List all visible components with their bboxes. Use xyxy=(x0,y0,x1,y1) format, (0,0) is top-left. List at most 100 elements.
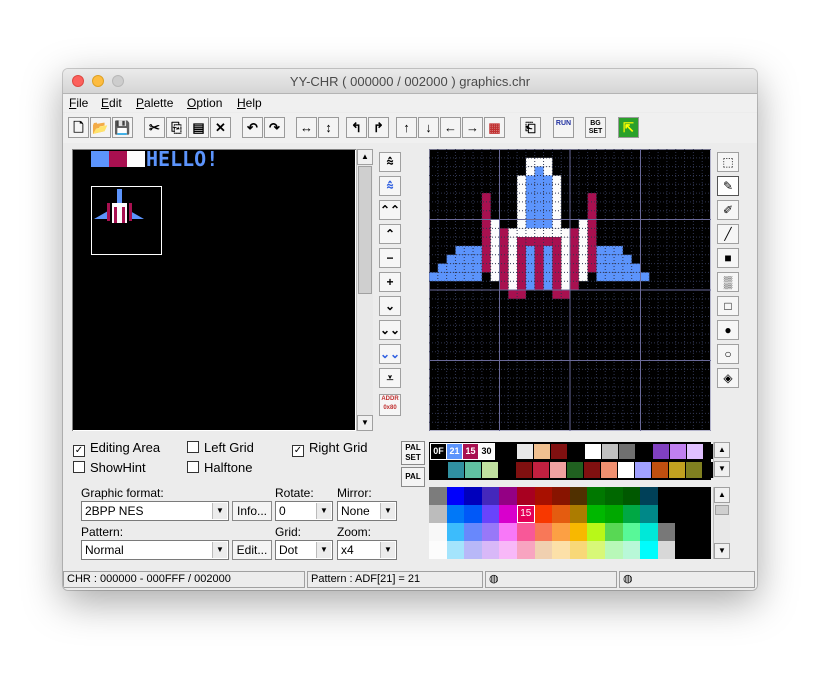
nes-palette-swatch[interactable] xyxy=(552,541,570,559)
nes-palette-swatch[interactable] xyxy=(552,487,570,505)
grid-select[interactable]: Dot ▼ xyxy=(275,540,333,560)
rect-tool-button[interactable]: □ xyxy=(717,296,739,316)
palette-rows-scrollbar[interactable]: ▲ ▼ xyxy=(713,442,730,478)
zoom-in-button[interactable]: + xyxy=(379,272,401,292)
zoom-out-button[interactable]: − xyxy=(379,248,401,268)
sprite-pixel[interactable] xyxy=(570,228,579,290)
pal-button[interactable]: PAL xyxy=(401,467,425,487)
nes-palette-swatch[interactable] xyxy=(569,505,588,523)
run-button[interactable]: RUN xyxy=(553,117,574,138)
edit-view[interactable] xyxy=(428,148,712,432)
palette-set-swatch[interactable] xyxy=(670,444,686,459)
nes-palette-swatch[interactable] xyxy=(622,505,641,523)
palette-color-3[interactable]: 30 xyxy=(478,443,495,460)
exit-button[interactable]: ⇱ xyxy=(618,117,639,138)
nes-palette-swatch[interactable] xyxy=(693,523,711,541)
nes-palette-scroll-thumb[interactable] xyxy=(715,505,729,515)
nes-palette-swatch[interactable] xyxy=(640,541,658,559)
palette-set-swatch[interactable] xyxy=(551,444,567,459)
mirror-select[interactable]: None ▼ xyxy=(337,501,397,521)
nes-palette-swatch[interactable] xyxy=(499,487,517,505)
pal-set-button[interactable]: PAL SET xyxy=(401,441,425,465)
palette-scroll-down-button[interactable]: ▼ xyxy=(714,461,730,477)
sprite-pixel[interactable] xyxy=(543,245,553,290)
shift-right-button[interactable]: → xyxy=(462,117,483,138)
palette-set-swatch[interactable] xyxy=(482,462,498,478)
sprite-pixel[interactable] xyxy=(596,272,650,282)
palette-set-swatch[interactable] xyxy=(584,462,600,478)
paste-special-button[interactable]: ⎗ xyxy=(520,117,541,138)
nes-palette-swatch[interactable] xyxy=(569,487,588,505)
select-tool-button[interactable]: ⬚ xyxy=(717,152,739,172)
sprite-pixel[interactable] xyxy=(525,237,553,246)
sprite-pixel[interactable] xyxy=(525,175,553,229)
sprite-pixel[interactable] xyxy=(517,237,526,290)
undo-button[interactable]: ↶ xyxy=(242,117,263,138)
nes-palette-swatch[interactable] xyxy=(569,523,588,541)
left-grid-checkbox[interactable]: Left Grid xyxy=(187,440,254,455)
edit-view-canvas[interactable] xyxy=(428,148,712,432)
graphic-format-select[interactable]: 2BPP NES ▼ xyxy=(81,501,229,521)
sprite-pixel[interactable] xyxy=(596,263,641,273)
nes-palette-swatch[interactable] xyxy=(481,487,500,505)
new-button[interactable]: 🗋 xyxy=(68,117,89,138)
palette-color-1[interactable]: 21 xyxy=(446,443,463,460)
nes-palette-swatch[interactable] xyxy=(693,487,711,505)
sprite-pixel[interactable] xyxy=(525,157,553,167)
palette-set-swatch[interactable] xyxy=(585,444,601,459)
nes-palette-swatch[interactable] xyxy=(640,505,658,523)
nes-palette-swatch[interactable] xyxy=(499,523,517,541)
sprite-pixel[interactable] xyxy=(561,237,570,290)
sprite-pixel[interactable] xyxy=(455,245,482,255)
sprite-pixel[interactable] xyxy=(587,193,597,273)
nes-palette-swatch[interactable] xyxy=(429,541,447,559)
circle-fill-tool-button[interactable]: ● xyxy=(717,320,739,340)
nes-palette-swatch[interactable] xyxy=(517,487,535,505)
nes-palette-swatch[interactable] xyxy=(499,541,517,559)
sprite-pixel[interactable] xyxy=(525,245,535,290)
nes-palette-scrollbar[interactable]: ▲ ▼ xyxy=(713,487,730,559)
nes-palette-swatch[interactable] xyxy=(464,487,482,505)
chr-view-canvas[interactable]: HELLO! xyxy=(72,147,356,431)
line-up-button[interactable]: ⌃ xyxy=(379,224,401,244)
menu-help[interactable]: Help xyxy=(237,96,262,110)
copy-button[interactable]: ⎘ xyxy=(166,117,187,138)
sprite-pixel[interactable] xyxy=(446,254,482,264)
sprite-pixel[interactable] xyxy=(429,272,482,282)
nes-palette-swatch[interactable] xyxy=(587,487,605,505)
bg-set-button[interactable]: BG SET xyxy=(585,117,606,138)
palette-set-swatch[interactable] xyxy=(669,462,685,478)
palette-set-swatch[interactable] xyxy=(602,444,618,459)
pattern-fill-tool-button[interactable]: ▒ xyxy=(717,272,739,292)
pattern-select[interactable]: Normal ▼ xyxy=(81,540,229,560)
nes-palette-swatch[interactable] xyxy=(587,523,605,541)
flip-horizontal-button[interactable]: ↔ xyxy=(296,117,317,138)
save-button[interactable]: 💾 xyxy=(112,117,133,138)
sprite-pixel[interactable] xyxy=(508,228,570,238)
palette-set-swatch[interactable] xyxy=(619,444,635,459)
palette-scroll-up-button[interactable]: ▲ xyxy=(714,442,730,458)
circle-tool-button[interactable]: ○ xyxy=(717,344,739,364)
nes-palette-swatch[interactable] xyxy=(657,541,676,559)
rotate-select[interactable]: 0 ▼ xyxy=(275,501,333,521)
page-down-fast-button[interactable]: ⌄⌄ xyxy=(379,344,401,364)
info-button[interactable]: Info... xyxy=(232,501,272,521)
shift-down-button[interactable]: ↓ xyxy=(418,117,439,138)
nes-palette-swatch[interactable] xyxy=(587,541,605,559)
rotate-left-button[interactable]: ↰ xyxy=(346,117,367,138)
palette-set-swatch[interactable] xyxy=(601,462,617,478)
palette-set-swatch[interactable] xyxy=(516,462,532,478)
nes-palette-swatch[interactable] xyxy=(534,505,553,523)
nes-palette-swatch[interactable] xyxy=(675,541,693,559)
rotate-right-button[interactable]: ↱ xyxy=(368,117,389,138)
palette-set-swatch[interactable] xyxy=(550,462,566,478)
nes-palette-swatch[interactable] xyxy=(499,505,517,523)
nes-palette-swatch[interactable] xyxy=(481,523,500,541)
palette-set-swatch[interactable] xyxy=(652,462,668,478)
nes-palette-swatch[interactable] xyxy=(517,523,535,541)
cut-button[interactable]: ✂ xyxy=(144,117,165,138)
palette-rows[interactable]: 0F 21 15 30 xyxy=(429,442,720,480)
nes-palette-swatch[interactable] xyxy=(675,523,693,541)
sprite-pixel[interactable] xyxy=(517,175,526,229)
bucket-tool-button[interactable]: ◈ xyxy=(717,368,739,388)
